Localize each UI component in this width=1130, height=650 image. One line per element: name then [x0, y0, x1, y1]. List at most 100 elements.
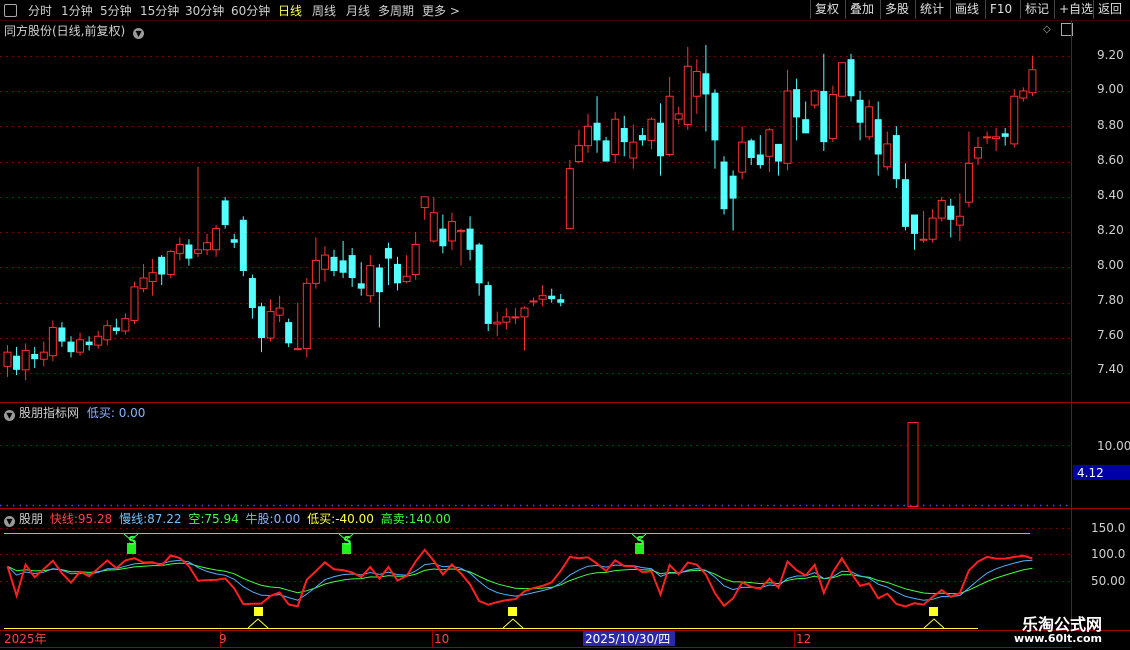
candle-body	[311, 259, 320, 284]
candle-body	[683, 65, 692, 125]
candle-body	[883, 143, 892, 168]
candle-body	[166, 251, 175, 276]
candle	[874, 101, 882, 176]
candle	[420, 196, 429, 220]
candle-body	[493, 321, 502, 325]
candle	[375, 263, 383, 328]
candle-body	[565, 168, 574, 230]
candle	[466, 216, 474, 261]
candle-body	[674, 113, 683, 120]
candle	[275, 295, 284, 323]
candle	[738, 126, 747, 180]
candle	[212, 225, 221, 257]
candle	[166, 249, 175, 279]
sell-signal: S	[338, 533, 354, 554]
candle-body	[212, 228, 221, 251]
candle	[955, 193, 964, 241]
candle-body	[293, 348, 302, 351]
candle	[793, 78, 801, 141]
candle	[529, 297, 538, 307]
candle	[602, 136, 610, 162]
candle	[429, 196, 438, 243]
candle-body	[937, 199, 946, 219]
price-axis: 9.20 9.00 8.80 8.60 8.40 8.20 8.00 7.80 …	[1097, 48, 1124, 376]
candle	[348, 248, 356, 287]
candle-body	[330, 256, 338, 271]
sell-signal-label: S	[343, 534, 352, 548]
candle	[484, 281, 492, 331]
candle-body	[520, 307, 529, 318]
candle	[593, 96, 601, 153]
candle	[574, 129, 583, 164]
candle	[919, 210, 928, 243]
candle	[820, 53, 828, 151]
candle-body	[112, 327, 120, 331]
candle	[193, 166, 202, 257]
candle-body	[692, 71, 701, 97]
candle	[947, 198, 955, 238]
candle-body	[248, 278, 256, 309]
candle-body	[665, 95, 674, 155]
price-tick: 8.80	[1097, 118, 1124, 132]
candle	[58, 322, 66, 347]
candle	[175, 237, 184, 261]
candle-body	[1001, 133, 1009, 137]
price-tick: 8.60	[1097, 153, 1124, 167]
candle-body	[275, 307, 284, 316]
candle-body	[266, 311, 275, 339]
candle-body	[593, 122, 601, 141]
candle-body	[720, 161, 728, 210]
axis-year-label: 2025年	[4, 632, 47, 646]
candle	[511, 308, 520, 324]
watermark-url: www.60lt.com	[1013, 632, 1102, 645]
candle-body	[657, 122, 665, 157]
candle-body	[457, 229, 465, 232]
candle-body	[402, 275, 411, 283]
price-tick: 9.20	[1097, 48, 1124, 62]
candle	[13, 346, 21, 376]
panel-borders	[0, 20, 1130, 648]
price-tick: 7.80	[1097, 293, 1124, 307]
candle-body	[76, 339, 85, 353]
candle-body	[429, 212, 438, 242]
candle-body	[756, 154, 764, 166]
candle-body	[339, 260, 347, 273]
candle	[67, 336, 75, 358]
candle-body	[973, 146, 982, 159]
stock-chart[interactable]: 9.20 9.00 8.80 8.60 8.40 8.20 8.00 7.80 …	[0, 0, 1130, 650]
candle-body	[230, 239, 238, 243]
candle-body	[865, 106, 874, 138]
empty-line	[7, 562, 1033, 595]
buy-signal	[247, 607, 269, 629]
candle	[76, 332, 85, 356]
candle	[39, 341, 48, 367]
candle-body	[557, 299, 565, 303]
candle	[720, 156, 728, 215]
candle-body	[203, 242, 212, 251]
candle-body	[439, 228, 447, 247]
candle-body	[529, 300, 538, 303]
candle	[439, 214, 447, 254]
candle	[911, 214, 918, 250]
price-tick: 9.00	[1097, 82, 1124, 96]
candle	[502, 308, 511, 330]
candle	[828, 85, 837, 143]
candle	[1010, 89, 1019, 148]
candle	[928, 209, 937, 243]
candle	[520, 306, 529, 351]
candle-body	[810, 90, 819, 106]
candle	[457, 228, 465, 266]
candle	[266, 299, 275, 342]
candle-body	[602, 140, 610, 162]
candle-body	[828, 93, 837, 140]
candle-body	[793, 89, 801, 118]
indicator2-tick: 100.0	[1091, 547, 1125, 561]
candle	[1001, 128, 1009, 146]
candle-body	[67, 341, 75, 353]
candle-body	[21, 349, 30, 371]
candle	[856, 90, 864, 141]
candle	[810, 89, 819, 109]
candle-body	[874, 119, 882, 155]
candle-body	[185, 244, 193, 259]
candle-body	[911, 214, 918, 234]
